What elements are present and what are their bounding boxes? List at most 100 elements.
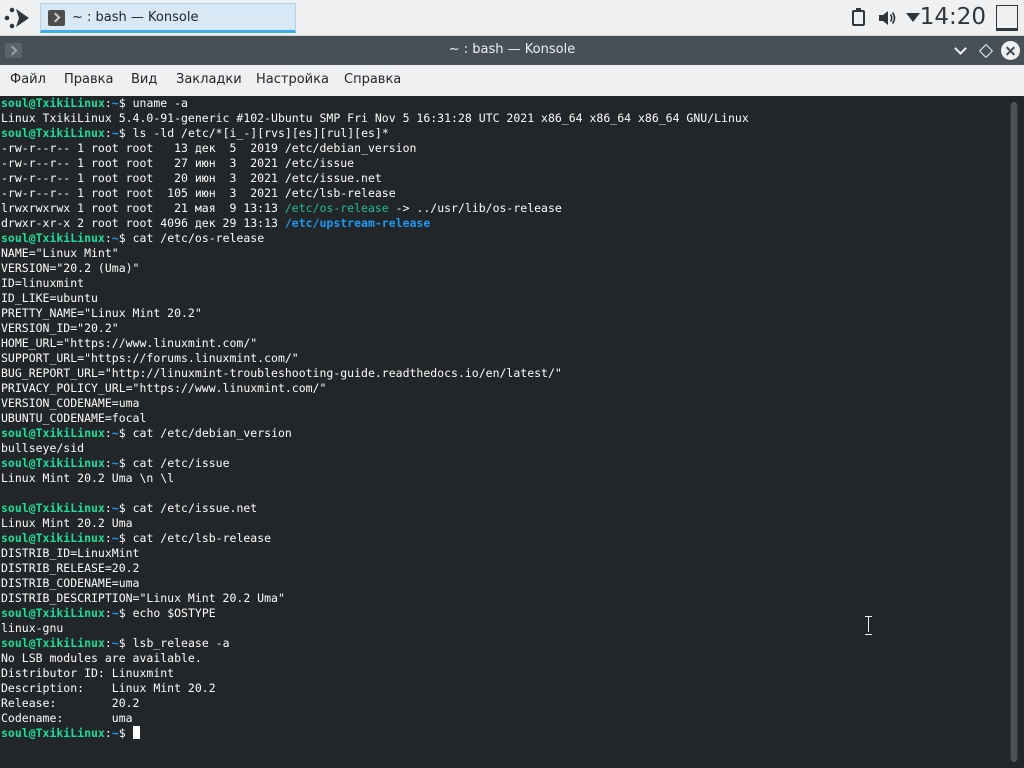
prompt-path: ~ (111, 501, 119, 515)
menu-arrow-icon[interactable] (906, 13, 920, 22)
prompt-path: ~ (111, 531, 119, 545)
prompt-separator: : (104, 426, 112, 440)
output-line: PRETTY_NAME="Linux Mint 20.2" (1, 306, 202, 320)
menu-view[interactable]: Вид (131, 72, 157, 87)
output-line: -rw-r--r-- 1 root root 13 дек 5 2019 /et… (1, 141, 417, 155)
output-line: -rw-r--r-- 1 root root 105 июн 3 2021 /e… (1, 186, 396, 200)
terminal-icon (48, 10, 65, 26)
clock[interactable]: 14:20 (920, 4, 986, 30)
prompt-line: soul@TxikiLinux:~$ uname -a (1, 96, 1007, 111)
prompt-user-host: soul@TxikiLinux (1, 126, 105, 140)
prompt-path: ~ (111, 606, 119, 620)
prompt-line: soul@TxikiLinux:~$ cat /etc/os-release (1, 231, 1007, 246)
prompt-separator: : (104, 231, 112, 245)
terminal-cursor (132, 726, 140, 739)
output-line: PRIVACY_POLICY_URL="https://www.linuxmin… (1, 381, 327, 395)
taskbar-item-label: ~ : bash — Konsole (72, 10, 199, 25)
prompt-separator: : (104, 126, 112, 140)
output-line: ID=linuxmint (1, 276, 85, 290)
prompt-sigil: $ (118, 606, 133, 620)
output-line: Codename: uma (1, 711, 133, 725)
command-text: cat /etc/os-release (132, 231, 265, 245)
output-line: lrwxrwxrwx 1 root root 21 мая 9 13:13 /e… (1, 201, 1007, 216)
output-line: VERSION_ID="20.2" (1, 321, 119, 335)
directory-name: /etc/upstream-release (284, 216, 431, 230)
prompt-path: ~ (111, 231, 119, 245)
output-line: DISTRIB_CODENAME=uma (1, 576, 140, 590)
output-line: Linux TxikiLinux 5.4.0-91-generic #102-U… (1, 111, 749, 125)
prompt-sigil: $ (118, 231, 133, 245)
prompt-user-host: soul@TxikiLinux (1, 426, 105, 440)
menu-bar: Файл Правка Вид Закладки Настройка Справ… (0, 65, 1024, 96)
window-titlebar[interactable]: ~ : bash — Konsole (0, 36, 1024, 65)
prompt-separator: : (104, 96, 112, 110)
file-info: drwxr-xr-x 2 root root 4096 дек 29 13:13 (1, 216, 285, 230)
output-line: ID_LIKE=ubuntu (1, 291, 98, 305)
output-line: Distributor ID: Linuxmint (1, 666, 175, 680)
menu-file[interactable]: Файл (10, 72, 46, 87)
output-line: No LSB modules are available. (1, 651, 202, 665)
output-line: NAME="Linux Mint" (1, 246, 119, 260)
prompt-path: ~ (111, 726, 119, 740)
minimize-button[interactable] (952, 41, 971, 60)
prompt-line: soul@TxikiLinux:~$ cat /etc/debian_versi… (1, 426, 1007, 441)
prompt-line: soul@TxikiLinux:~$ (1, 726, 1007, 741)
prompt-sigil: $ (118, 426, 133, 440)
command-text: ls -ld /etc/*[i_-][rvs][es][rul][es]* (132, 126, 389, 140)
prompt-line: soul@TxikiLinux:~$ echo $OSTYPE (1, 606, 1007, 621)
prompt-separator: : (104, 606, 112, 620)
terminal-output[interactable]: soul@TxikiLinux:~$ uname -a Linux TxikiLi… (1, 96, 1007, 741)
output-line: DISTRIB_DESCRIPTION="Linux Mint 20.2 Uma… (1, 591, 285, 605)
prompt-line: soul@TxikiLinux:~$ cat /etc/lsb-release (1, 531, 1007, 546)
symlink-target: -> ../usr/lib/os-release (388, 201, 562, 215)
launcher-icon[interactable] (4, 5, 32, 31)
menu-settings[interactable]: Настройка (256, 72, 329, 87)
prompt-sigil: $ (118, 96, 133, 110)
window-title: ~ : bash — Konsole (448, 42, 576, 57)
output-line: HOME_URL="https://www.linuxmint.com/" (1, 336, 258, 350)
symlink-name: /etc/os-release (284, 201, 389, 215)
prompt-sigil: $ (118, 531, 133, 545)
maximize-button[interactable] (976, 41, 995, 60)
clipboard-icon[interactable] (852, 8, 865, 26)
prompt-separator: : (104, 531, 112, 545)
show-desktop-icon[interactable] (996, 5, 1018, 31)
menu-bookmarks[interactable]: Закладки (176, 72, 242, 87)
scrollbar-thumb[interactable] (1011, 102, 1017, 762)
prompt-sigil: $ (118, 126, 133, 140)
output-line: -rw-r--r-- 1 root root 27 июн 3 2021 /et… (1, 156, 355, 170)
output-line: Linux Mint 20.2 Uma (1, 516, 133, 530)
prompt-path: ~ (111, 96, 119, 110)
command-text: uname -a (132, 96, 188, 110)
scrollbar[interactable] (1010, 102, 1018, 762)
taskbar-item-konsole[interactable]: ~ : bash — Konsole (40, 3, 296, 33)
prompt-user-host: soul@TxikiLinux (1, 726, 105, 740)
output-line: DISTRIB_RELEASE=20.2 (1, 561, 140, 575)
prompt-line: soul@TxikiLinux:~$ cat /etc/issue.net (1, 501, 1007, 516)
prompt-separator: : (104, 726, 112, 740)
prompt-path: ~ (111, 126, 119, 140)
prompt-line: soul@TxikiLinux:~$ cat /etc/issue (1, 456, 1007, 471)
command-text: lsb_release -a (132, 636, 230, 650)
command-text: cat /etc/lsb-release (132, 531, 272, 545)
close-button[interactable] (1001, 41, 1020, 60)
menu-help[interactable]: Справка (344, 72, 401, 87)
prompt-sigil: $ (118, 456, 133, 470)
text-cursor-icon (864, 616, 873, 635)
prompt-separator: : (104, 501, 112, 515)
output-line: Release: 20.2 (1, 696, 140, 710)
output-line: bullseye/sid (1, 441, 85, 455)
prompt-sigil: $ (118, 501, 133, 515)
terminal-view[interactable]: soul@TxikiLinux:~$ uname -a Linux TxikiLi… (0, 96, 1024, 768)
prompt-user-host: soul@TxikiLinux (1, 231, 105, 245)
volume-icon[interactable] (878, 10, 896, 26)
prompt-sigil: $ (118, 726, 133, 740)
menu-edit[interactable]: Правка (64, 72, 113, 87)
output-line: BUG_REPORT_URL="http://linuxmint-trouble… (1, 366, 562, 380)
top-panel: ~ : bash — Konsole 14:20 (0, 0, 1024, 36)
output-line: VERSION_CODENAME=uma (1, 396, 140, 410)
output-line: -rw-r--r-- 1 root root 20 июн 3 2021 /et… (1, 171, 382, 185)
prompt-line: soul@TxikiLinux:~$ lsb_release -a (1, 636, 1007, 651)
command-text: cat /etc/issue (132, 456, 230, 470)
